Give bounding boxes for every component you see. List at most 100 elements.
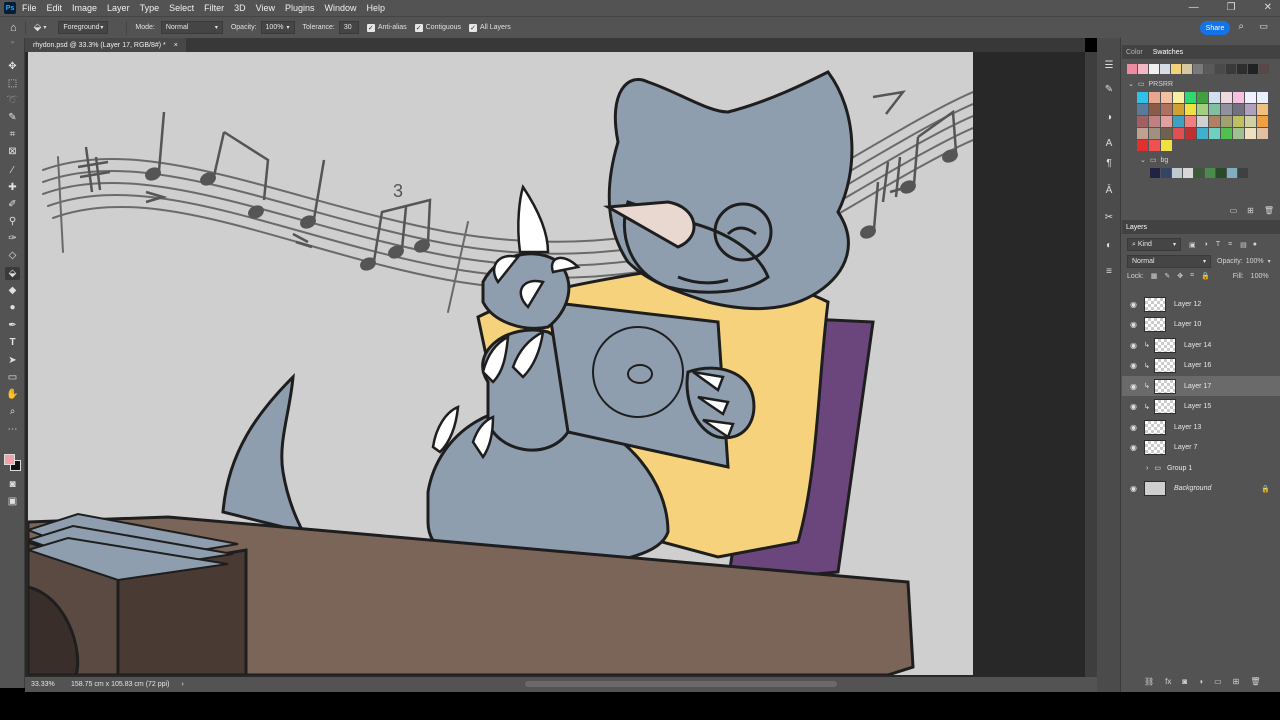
menu-plugins[interactable]: Plugins (285, 3, 315, 13)
new-group-folder-icon[interactable]: ▭ (1214, 677, 1222, 686)
visibility-eye-icon[interactable]: ◉ (1129, 443, 1138, 452)
layer-style-icon[interactable]: fx (1165, 677, 1171, 686)
menu-help[interactable]: Help (367, 3, 386, 13)
delete-swatch-icon[interactable]: 🗑 (1264, 206, 1274, 215)
add-mask-icon[interactable]: ◙ (1182, 677, 1187, 686)
color-swatch[interactable] (1237, 64, 1247, 74)
menu-type[interactable]: Type (140, 3, 160, 13)
color-swatch[interactable] (1161, 116, 1172, 127)
layer-name[interactable]: Layer 7 (1174, 444, 1197, 451)
layer-name[interactable]: Layer 12 (1174, 301, 1201, 308)
layer-row[interactable]: › ▭ Group 1 (1122, 458, 1280, 478)
color-swatch[interactable] (1227, 168, 1237, 178)
filter-type-icon[interactable]: T (1216, 241, 1220, 248)
filter-toggle-icon[interactable]: ● (1253, 241, 1257, 248)
chevron-down-icon[interactable]: ▾ (43, 24, 46, 31)
color-swatch[interactable] (1245, 116, 1256, 127)
color-swatch[interactable] (1161, 92, 1172, 103)
color-swatch[interactable] (1150, 168, 1160, 178)
layer-name[interactable]: Layer 17 (1184, 383, 1211, 390)
color-swatch[interactable] (1149, 140, 1160, 151)
blur-tool-icon[interactable]: ◆ (5, 284, 20, 297)
adjustments-icon[interactable]: ◐ (1102, 238, 1116, 252)
zoom-level[interactable]: 33.33% (31, 681, 67, 688)
vertical-scrollbar[interactable] (1085, 52, 1097, 677)
antialias-checkbox[interactable]: ✓ (366, 23, 375, 32)
group-expand-icon[interactable]: › (1146, 465, 1148, 472)
toolbar-collapse-icon[interactable]: » (5, 40, 20, 46)
brush-tool-icon[interactable]: ✐ (5, 198, 20, 211)
color-swatch[interactable] (1221, 92, 1232, 103)
color-swatch[interactable] (1209, 104, 1220, 115)
artwork-canvas[interactable]: 3 (28, 52, 973, 675)
color-swatch[interactable] (1185, 116, 1196, 127)
rectangle-tool-icon[interactable]: ▭ (5, 371, 20, 384)
clone-source-icon[interactable]: ◑ (1102, 110, 1116, 124)
paint-bucket-tool-icon[interactable]: ⬙ (5, 267, 20, 280)
color-swatch[interactable] (1221, 116, 1232, 127)
marquee-tool-icon[interactable]: ⬚ (5, 77, 20, 90)
zoom-tool-icon[interactable]: ⌕ (5, 405, 20, 418)
color-swatch[interactable] (1149, 92, 1160, 103)
color-swatch[interactable] (1137, 128, 1148, 139)
dodge-tool-icon[interactable]: ● (5, 301, 20, 314)
layer-name[interactable]: Layer 15 (1184, 403, 1211, 410)
color-swatch[interactable] (1127, 64, 1137, 74)
layer-opacity-value[interactable]: 100% (1246, 258, 1264, 265)
quick-select-tool-icon[interactable]: ✎ (5, 111, 20, 124)
filter-shape-icon[interactable]: ⌗ (1228, 241, 1232, 249)
color-swatch[interactable] (1226, 64, 1236, 74)
layer-row[interactable]: ◉ ↳ Layer 16 (1122, 356, 1280, 376)
color-swatch[interactable] (1137, 104, 1148, 115)
color-swatch[interactable] (1221, 104, 1232, 115)
menu-image[interactable]: Image (72, 3, 97, 13)
layer-row[interactable]: ◉ Background 🔒 (1122, 479, 1280, 499)
color-swatch[interactable] (1209, 116, 1220, 127)
tab-color[interactable]: Color (1126, 49, 1143, 56)
layer-row[interactable]: ◉ Layer 7 (1122, 438, 1280, 458)
brush-settings-icon[interactable]: ✎ (1102, 82, 1116, 96)
color-swatch[interactable] (1182, 64, 1192, 74)
eraser-tool-icon[interactable]: ◇ (5, 249, 20, 262)
color-swatch[interactable] (1161, 128, 1172, 139)
paragraph-icon[interactable]: ¶ (1102, 156, 1116, 170)
layer-row[interactable]: ◉ ↳ Layer 14 (1122, 335, 1280, 355)
color-swatch[interactable] (1183, 168, 1193, 178)
layer-name[interactable]: Background (1174, 485, 1211, 492)
hand-tool-icon[interactable]: ✋ (5, 388, 20, 401)
more-tools-icon[interactable]: ⋯ (5, 423, 20, 436)
color-swatch[interactable] (1197, 92, 1208, 103)
color-swatch[interactable] (1171, 64, 1181, 74)
color-swatch[interactable] (1233, 104, 1244, 115)
layer-name[interactable]: Layer 13 (1174, 424, 1201, 431)
color-swatch[interactable] (1209, 92, 1220, 103)
layer-row[interactable]: ◉ ↳ Layer 17 (1122, 376, 1280, 396)
color-swatch[interactable] (1137, 92, 1148, 103)
contiguous-checkbox[interactable]: ✓ (414, 23, 423, 32)
lock-transparency-icon[interactable]: ▦ (1151, 272, 1158, 280)
color-swatch[interactable] (1205, 168, 1215, 178)
color-swatch[interactable] (1245, 104, 1256, 115)
clone-stamp-tool-icon[interactable]: ⚲ (5, 215, 20, 228)
opacity-field[interactable]: 100% ▾ (260, 21, 295, 34)
crop-tool-icon[interactable]: ⌗ (5, 128, 20, 141)
layer-name[interactable]: Group 1 (1167, 465, 1192, 472)
close-tab-icon[interactable]: × (174, 42, 178, 49)
color-swatch[interactable] (1138, 64, 1148, 74)
menu-window[interactable]: Window (325, 3, 357, 13)
color-swatch[interactable] (1238, 168, 1248, 178)
quick-mask-icon[interactable]: ◙ (5, 478, 20, 491)
history-brush-tool-icon[interactable]: ✑ (5, 232, 20, 245)
color-swatch[interactable] (1259, 64, 1269, 74)
color-swatch[interactable] (1248, 64, 1258, 74)
color-swatch[interactable] (1197, 116, 1208, 127)
color-swatch[interactable] (1172, 168, 1182, 178)
fill-value[interactable]: 100% (1251, 273, 1269, 280)
layer-row[interactable]: ◉ Layer 13 (1122, 417, 1280, 437)
color-swatch[interactable] (1173, 116, 1184, 127)
frame-tool-icon[interactable]: ⊠ (5, 145, 20, 158)
new-layer-icon[interactable]: ⊞ (1233, 677, 1240, 686)
history-icon[interactable]: ☰ (1102, 58, 1116, 72)
visibility-eye-icon[interactable]: ◉ (1129, 320, 1138, 329)
tolerance-field[interactable]: 30 (338, 21, 359, 34)
